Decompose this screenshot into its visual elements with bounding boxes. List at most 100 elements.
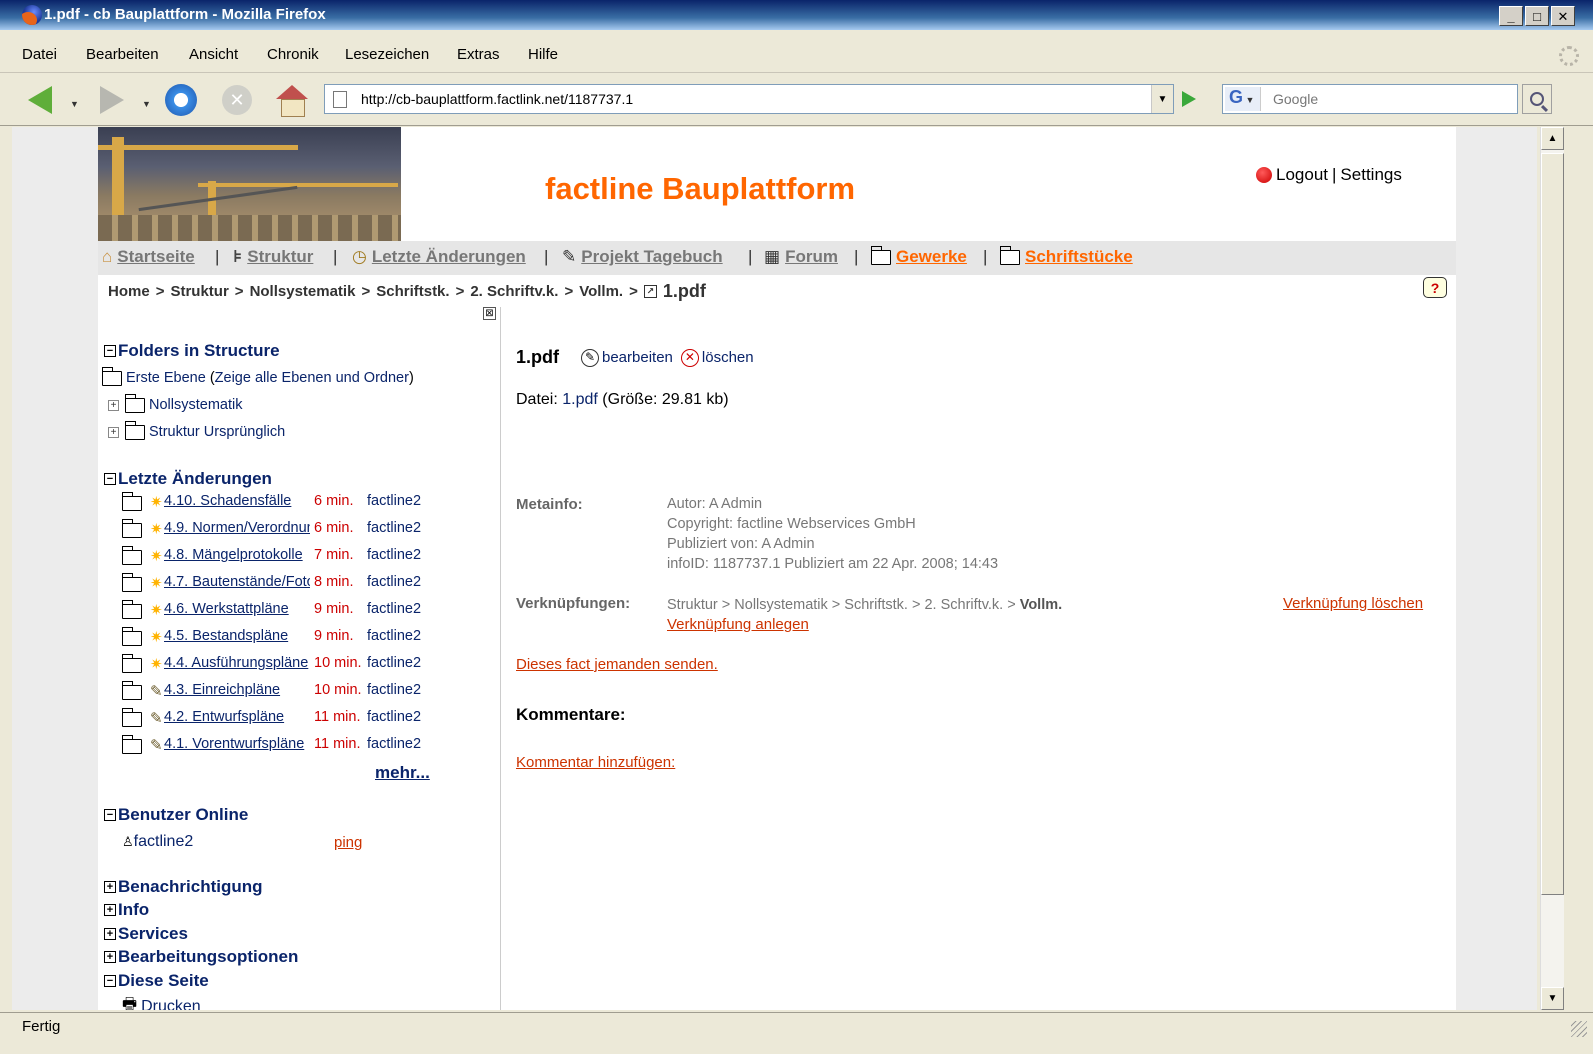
section-online-header[interactable]: − Benutzer Online (104, 805, 248, 825)
breadcrumb-separator: > (564, 283, 574, 300)
back-button[interactable] (22, 83, 58, 117)
delete-link-link[interactable]: Verknüpfung löschen (1283, 595, 1423, 612)
collapse-icon[interactable]: − (104, 809, 116, 821)
back-history-dropdown[interactable]: ▼ (70, 99, 79, 109)
this-page-link[interactable]: Diese Seite (118, 971, 209, 991)
menu-bearbeiten[interactable]: Bearbeiten (86, 46, 159, 63)
folder-icon (121, 735, 142, 754)
help-icon[interactable]: ? (1423, 277, 1447, 298)
expand-icon[interactable]: + (108, 399, 119, 411)
show-all-levels-link[interactable]: Zeige alle Ebenen und Ordner (215, 370, 409, 386)
nav-projekt-tagebuch[interactable]: ✎ Projekt Tagebuch (562, 247, 723, 267)
link-path-last[interactable]: Vollm. (1020, 597, 1062, 613)
collapse-icon[interactable]: − (104, 345, 116, 357)
delete-link[interactable]: löschen (702, 349, 754, 366)
online-user-link[interactable]: factline2 (134, 833, 194, 850)
benachrichtigung-link[interactable]: Benachrichtigung (118, 877, 263, 897)
resize-grip-icon[interactable] (1571, 1021, 1587, 1037)
close-button[interactable]: ✕ (1551, 6, 1575, 26)
url-bar[interactable]: http://cb-bauplattform.factlink.net/1187… (324, 84, 1174, 114)
google-engine-icon[interactable]: G ▼ (1225, 87, 1261, 111)
reload-icon (165, 84, 197, 116)
search-button[interactable] (1522, 84, 1552, 114)
more-link[interactable]: mehr... (375, 763, 430, 783)
tree-item-nollsystematik[interactable]: Nollsystematik (149, 397, 242, 413)
send-fact-link[interactable]: Dieses fact jemanden senden. (516, 656, 718, 673)
section-benachrichtigung-header[interactable]: + Benachrichtigung (104, 877, 263, 897)
published-by-link[interactable]: A Admin (761, 536, 814, 552)
menu-datei[interactable]: Datei (22, 46, 57, 63)
vertical-scrollbar[interactable]: ▲ ▼ (1540, 127, 1564, 1010)
collapse-icon[interactable]: − (104, 975, 116, 987)
edit-action[interactable]: ✎ bearbeiten (581, 348, 673, 367)
menu-extras[interactable]: Extras (457, 46, 500, 63)
expand-icon[interactable]: + (108, 426, 119, 438)
section-services-header[interactable]: + Services (104, 924, 188, 944)
menu-lesezeichen[interactable]: Lesezeichen (345, 46, 429, 63)
section-bearbeitungsoptionen-header[interactable]: + Bearbeitungsoptionen (104, 947, 298, 967)
section-info-header[interactable]: + Info (104, 900, 149, 920)
nav-startseite[interactable]: ⌂ Startseite (102, 247, 195, 267)
online-title-link[interactable]: Benutzer Online (118, 805, 248, 825)
ping-link[interactable]: ping (334, 834, 362, 851)
scroll-thumb[interactable] (1541, 153, 1564, 895)
breadcrumb-struktur[interactable]: Struktur (170, 283, 228, 300)
logout-link[interactable]: Logout (1276, 165, 1328, 185)
section-recent-header[interactable]: − Letzte Änderungen (104, 469, 272, 489)
user-links: Logout | Settings (1256, 165, 1402, 185)
go-arrow-icon[interactable] (1182, 91, 1196, 107)
home-button[interactable] (274, 83, 310, 117)
expand-icon[interactable]: + (104, 904, 116, 916)
breadcrumb-home[interactable]: Home (108, 283, 150, 300)
forum-icon: ▦ (764, 247, 781, 266)
section-folders-header[interactable]: − Folders in Structure (104, 341, 280, 361)
menu-hilfe[interactable]: Hilfe (528, 46, 558, 63)
sidebar-close-button[interactable]: ⊠ (483, 307, 496, 320)
nav-struktur[interactable]: ⊧ Struktur (233, 247, 313, 267)
scroll-up-button[interactable]: ▲ (1541, 127, 1564, 150)
create-link-link[interactable]: Verknüpfung anlegen (667, 616, 809, 633)
forward-history-dropdown[interactable]: ▼ (142, 99, 151, 109)
first-level-link[interactable]: Erste Ebene (126, 370, 206, 386)
file-link[interactable]: 1.pdf (562, 391, 598, 408)
stop-button[interactable]: ✕ (220, 83, 254, 117)
breadcrumb-nollsystematik[interactable]: Nollsystematik (250, 283, 356, 300)
folders-title-link[interactable]: Folders in Structure (118, 341, 280, 361)
menu-chronik[interactable]: Chronik (267, 46, 319, 63)
folder-icon (121, 519, 142, 538)
section-this-page-header[interactable]: − Diese Seite (104, 971, 209, 991)
delete-action[interactable]: ✕ löschen (680, 348, 754, 367)
minimize-button[interactable]: _ (1499, 6, 1523, 26)
expand-icon[interactable]: + (104, 928, 116, 940)
folder-icon (121, 546, 142, 565)
maximize-button[interactable]: □ (1525, 6, 1549, 26)
expand-icon[interactable]: + (104, 881, 116, 893)
scroll-down-button[interactable]: ▼ (1541, 987, 1564, 1010)
search-input[interactable]: G ▼ Google (1222, 84, 1518, 114)
breadcrumb-vollm[interactable]: Vollm. (579, 283, 623, 300)
folder-icon (999, 245, 1020, 265)
nav-schriftstuecke[interactable]: Schriftstücke (999, 245, 1133, 267)
nav-gewerke[interactable]: Gewerke (870, 245, 967, 267)
url-history-dropdown[interactable]: ▼ (1151, 85, 1173, 113)
tree-item-struktur-urspruenglich[interactable]: Struktur Ursprünglich (149, 424, 285, 440)
print-link[interactable]: Drucken (141, 998, 201, 1011)
forward-button[interactable] (94, 83, 130, 117)
collapse-icon[interactable]: − (104, 473, 116, 485)
nav-letzte-aenderungen[interactable]: ◷ Letzte Änderungen (352, 247, 526, 267)
expand-icon[interactable]: + (104, 951, 116, 963)
stop-icon: ✕ (222, 85, 252, 115)
reload-button[interactable] (163, 83, 199, 117)
menu-ansicht[interactable]: Ansicht (189, 46, 238, 63)
info-link[interactable]: Info (118, 900, 149, 920)
nav-forum[interactable]: ▦ Forum (764, 247, 838, 267)
services-link[interactable]: Services (118, 924, 188, 944)
recent-title-link[interactable]: Letzte Änderungen (118, 469, 272, 489)
forward-arrow-icon (100, 86, 124, 114)
breadcrumb-schriftvk[interactable]: 2. Schriftv.k. (470, 283, 558, 300)
breadcrumb-schriftstk[interactable]: Schriftstk. (376, 283, 449, 300)
add-comment-link[interactable]: Kommentar hinzufügen: (516, 754, 675, 771)
settings-link[interactable]: Settings (1340, 165, 1401, 185)
edit-link[interactable]: bearbeiten (602, 349, 673, 366)
bearbeitungsoptionen-link[interactable]: Bearbeitungsoptionen (118, 947, 298, 967)
